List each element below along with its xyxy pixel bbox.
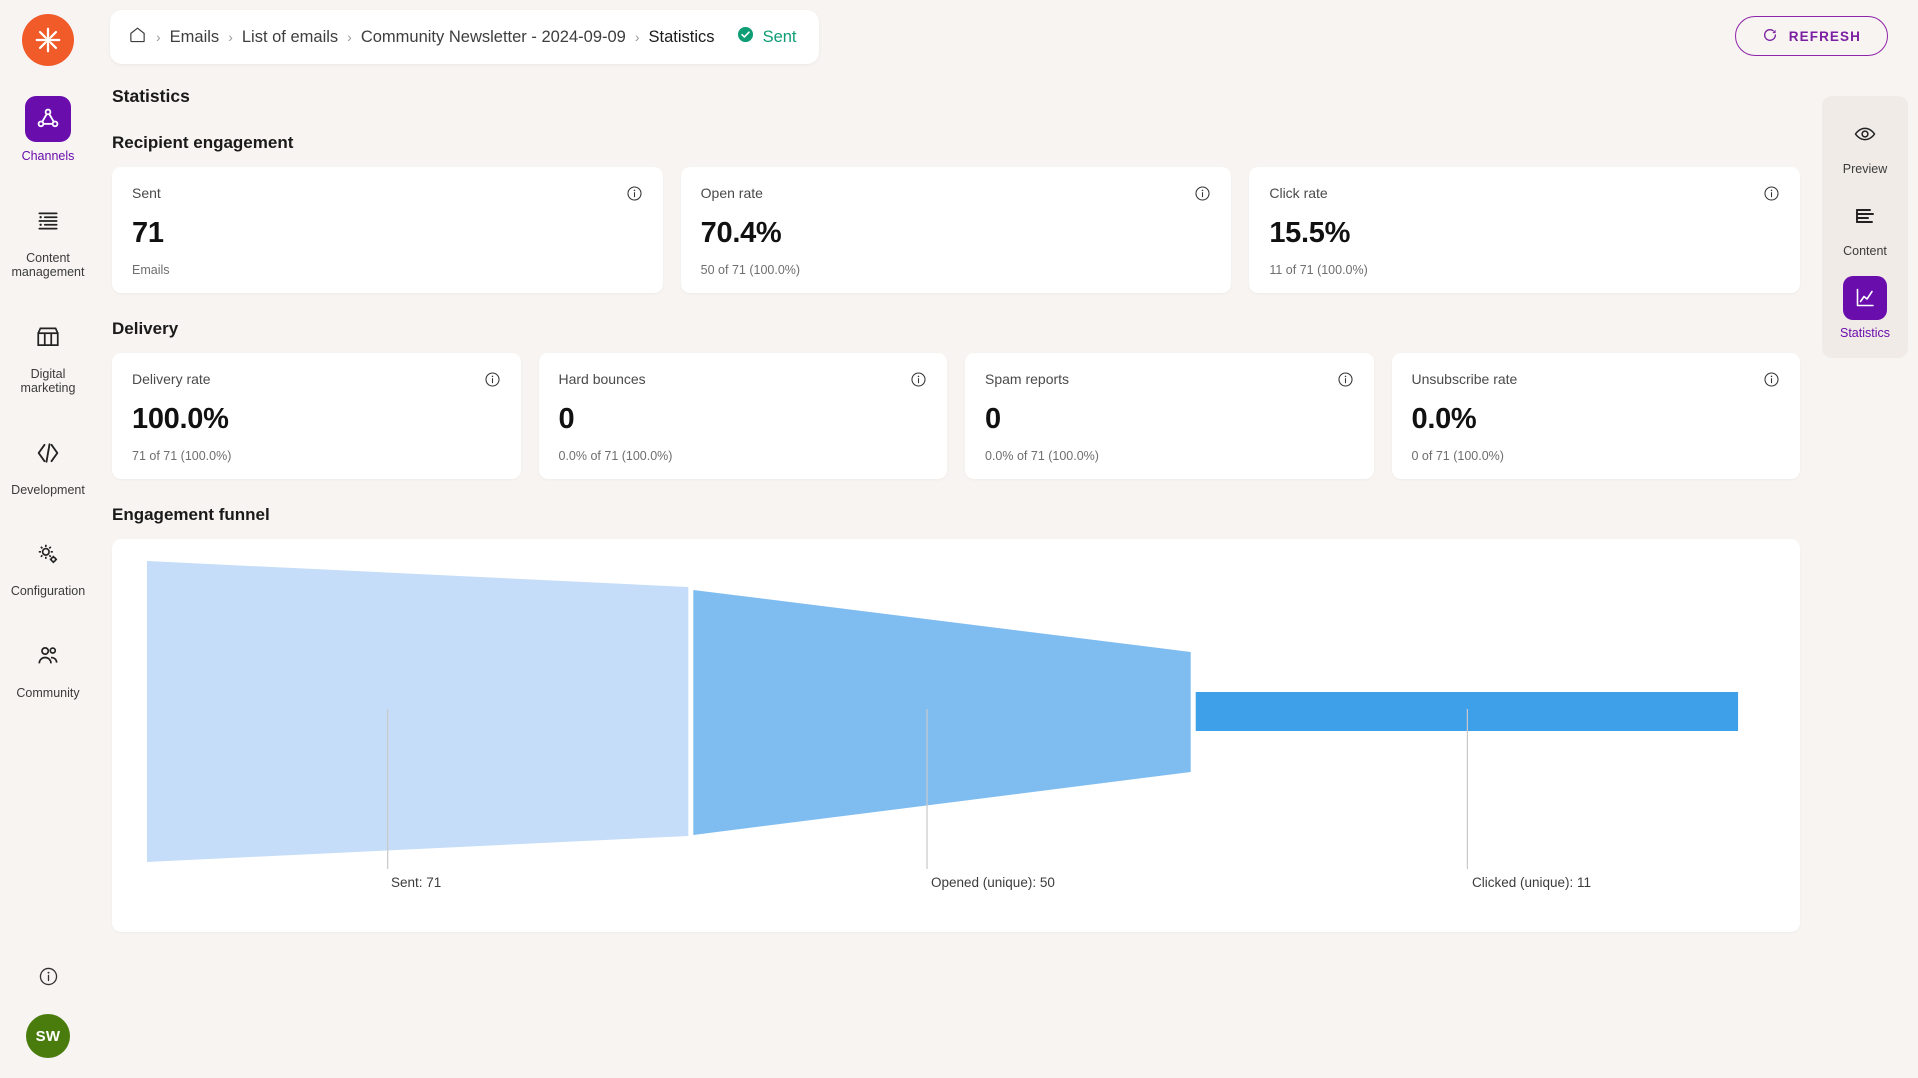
app-root: Channels Content management Digital mark… bbox=[0, 0, 1918, 1078]
stat-card-value: 15.5% bbox=[1269, 217, 1351, 249]
info-circle-icon[interactable] bbox=[38, 966, 59, 992]
breadcrumb-separator: › bbox=[634, 29, 640, 45]
stat-card-sub: 50 of 71 (100.0%) bbox=[700, 263, 801, 277]
eye-icon bbox=[1843, 112, 1887, 156]
stat-card-unsubscribe-rate[interactable]: Unsubscribe rate 0.0% 0 of 71 (100.0%) bbox=[1391, 353, 1800, 479]
sidebar-item-label: Digital marketing bbox=[20, 366, 76, 396]
stat-card-label: Click rate bbox=[1269, 185, 1328, 201]
status-badge: Sent bbox=[736, 25, 797, 49]
refresh-circle-icon bbox=[1762, 27, 1778, 46]
sidebar-item-label: Channels bbox=[21, 149, 75, 163]
info-circle-icon[interactable] bbox=[1763, 371, 1780, 393]
check-circle-icon bbox=[736, 25, 755, 49]
info-circle-icon[interactable] bbox=[1763, 185, 1780, 207]
refresh-button[interactable]: REFRESH bbox=[1734, 16, 1888, 56]
breadcrumb-item-emails[interactable]: Emails bbox=[170, 28, 220, 47]
chart-icon bbox=[1843, 276, 1887, 320]
sidebar-item-community[interactable]: Community bbox=[0, 627, 96, 711]
breadcrumb-item-newsletter[interactable]: Community Newsletter - 2024-09-09 bbox=[361, 28, 626, 47]
sidebar-item-digital-marketing[interactable]: Digital marketing bbox=[0, 308, 96, 406]
right-rail-item-label: Statistics bbox=[1839, 326, 1890, 340]
stat-card-sub: Emails bbox=[132, 263, 170, 277]
sidebar-item-channels[interactable]: Channels bbox=[0, 90, 96, 174]
section-title-engagement-funnel: Engagement funnel bbox=[112, 505, 270, 524]
stat-card-sub: 0.0% of 71 (100.0%) bbox=[985, 449, 1099, 463]
delivery-cards: Delivery rate 100.0% 71 of 71 (100.0%) H… bbox=[112, 353, 1800, 479]
storefront-icon bbox=[25, 314, 71, 360]
avatar[interactable]: SW bbox=[26, 1014, 70, 1058]
brand-logo[interactable] bbox=[22, 14, 74, 66]
stat-card-label: Delivery rate bbox=[132, 371, 211, 387]
stat-card-label: Sent bbox=[132, 185, 161, 201]
stat-card-sub: 71 of 71 (100.0%) bbox=[132, 449, 232, 463]
gears-icon bbox=[25, 531, 71, 577]
sidebar-item-label: Configuration bbox=[10, 584, 86, 598]
right-rail-item-preview[interactable]: Preview bbox=[1822, 112, 1908, 176]
stat-card-delivery-rate[interactable]: Delivery rate 100.0% 71 of 71 (100.0%) bbox=[112, 353, 521, 479]
main-content: Statistics Recipient engagement Sent 71 … bbox=[96, 78, 1816, 1078]
content-lines-icon bbox=[1843, 194, 1887, 238]
code-brackets-icon bbox=[25, 430, 71, 476]
section-title-delivery: Delivery bbox=[112, 319, 179, 338]
refresh-button-label: REFRESH bbox=[1788, 28, 1861, 44]
stat-card-spam-reports[interactable]: Spam reports 0 0.0% of 71 (100.0%) bbox=[965, 353, 1374, 479]
sidebar-item-label: Development bbox=[11, 482, 85, 497]
stat-card-value: 0.0% bbox=[1411, 403, 1477, 435]
stat-card-value: 0 bbox=[558, 403, 575, 435]
home-icon[interactable] bbox=[128, 25, 147, 49]
right-rail-item-statistics[interactable]: Statistics bbox=[1822, 276, 1908, 340]
sidebar-nav: Channels Content management Digital mark… bbox=[0, 90, 96, 728]
stat-card-sub: 11 of 71 (100.0%) bbox=[1269, 263, 1368, 277]
stat-card-click-rate[interactable]: Click rate 15.5% 11 of 71 (100.0%) bbox=[1249, 167, 1801, 293]
funnel-segment-sent bbox=[146, 561, 689, 862]
stat-card-sent[interactable]: Sent 71 Emails bbox=[112, 167, 663, 293]
recipient-engagement-cards: Sent 71 Emails Open rate 70.4% 50 of 71 … bbox=[112, 167, 1801, 293]
right-rail-item-label: Content bbox=[1843, 244, 1887, 258]
stat-card-value: 70.4% bbox=[700, 217, 782, 249]
funnel-svg bbox=[146, 561, 1739, 869]
channels-node-icon bbox=[25, 96, 71, 142]
flower-burst-logo-icon bbox=[35, 27, 61, 53]
stat-card-value: 100.0% bbox=[132, 403, 229, 435]
content-list-icon bbox=[25, 198, 71, 244]
right-rail-item-label: Preview bbox=[1842, 162, 1888, 176]
stat-card-hard-bounces[interactable]: Hard bounces 0 0.0% of 71 (100.0%) bbox=[538, 353, 947, 479]
funnel-segment-opened bbox=[693, 590, 1191, 835]
stat-card-value: 0 bbox=[985, 403, 1001, 435]
stat-card-label: Open rate bbox=[700, 185, 763, 201]
left-sidebar: Channels Content management Digital mark… bbox=[0, 0, 96, 1078]
breadcrumb-separator: › bbox=[347, 29, 352, 45]
breadcrumb-separator: › bbox=[156, 29, 161, 45]
sidebar-item-configuration[interactable]: Configuration bbox=[0, 525, 96, 609]
info-circle-icon[interactable] bbox=[484, 371, 501, 393]
breadcrumb-separator: › bbox=[228, 29, 233, 45]
people-group-icon bbox=[25, 633, 71, 679]
info-circle-icon[interactable] bbox=[626, 185, 643, 207]
stat-card-label: Spam reports bbox=[985, 371, 1070, 387]
breadcrumb-item-list-of-emails[interactable]: List of emails bbox=[242, 28, 338, 47]
sidebar-item-content-management[interactable]: Content management bbox=[0, 192, 96, 290]
stat-card-open-rate[interactable]: Open rate 70.4% 50 of 71 (100.0%) bbox=[680, 167, 1232, 293]
sidebar-item-label: Community bbox=[16, 685, 80, 700]
status-badge-label: Sent bbox=[762, 27, 797, 46]
stat-card-sub: 0 of 71 (100.0%) bbox=[1411, 449, 1504, 463]
page-title: Statistics bbox=[112, 86, 190, 106]
info-circle-icon[interactable] bbox=[1337, 371, 1354, 393]
stat-card-value: 71 bbox=[132, 217, 164, 249]
info-circle-icon[interactable] bbox=[1194, 185, 1211, 207]
sidebar-item-label: Content management bbox=[11, 250, 85, 280]
breadcrumb-item-statistics[interactable]: Statistics bbox=[649, 28, 715, 47]
stat-card-label: Hard bounces bbox=[558, 371, 646, 387]
engagement-funnel-chart[interactable]: Sent: 71 Opened (unique): 50 Clicked (un… bbox=[112, 539, 1800, 932]
sidebar-bottom: SW bbox=[0, 966, 96, 1058]
breadcrumb: › Emails › List of emails › Community Ne… bbox=[110, 10, 819, 64]
right-rail-item-content[interactable]: Content bbox=[1822, 194, 1908, 258]
sidebar-item-development[interactable]: Development bbox=[0, 424, 96, 508]
stat-card-sub: 0.0% of 71 (100.0%) bbox=[558, 449, 673, 463]
right-sidebar: Preview Content Statistics bbox=[1822, 96, 1908, 358]
info-circle-icon[interactable] bbox=[910, 371, 927, 393]
section-title-recipient-engagement: Recipient engagement bbox=[112, 133, 294, 152]
stat-card-label: Unsubscribe rate bbox=[1411, 371, 1518, 387]
